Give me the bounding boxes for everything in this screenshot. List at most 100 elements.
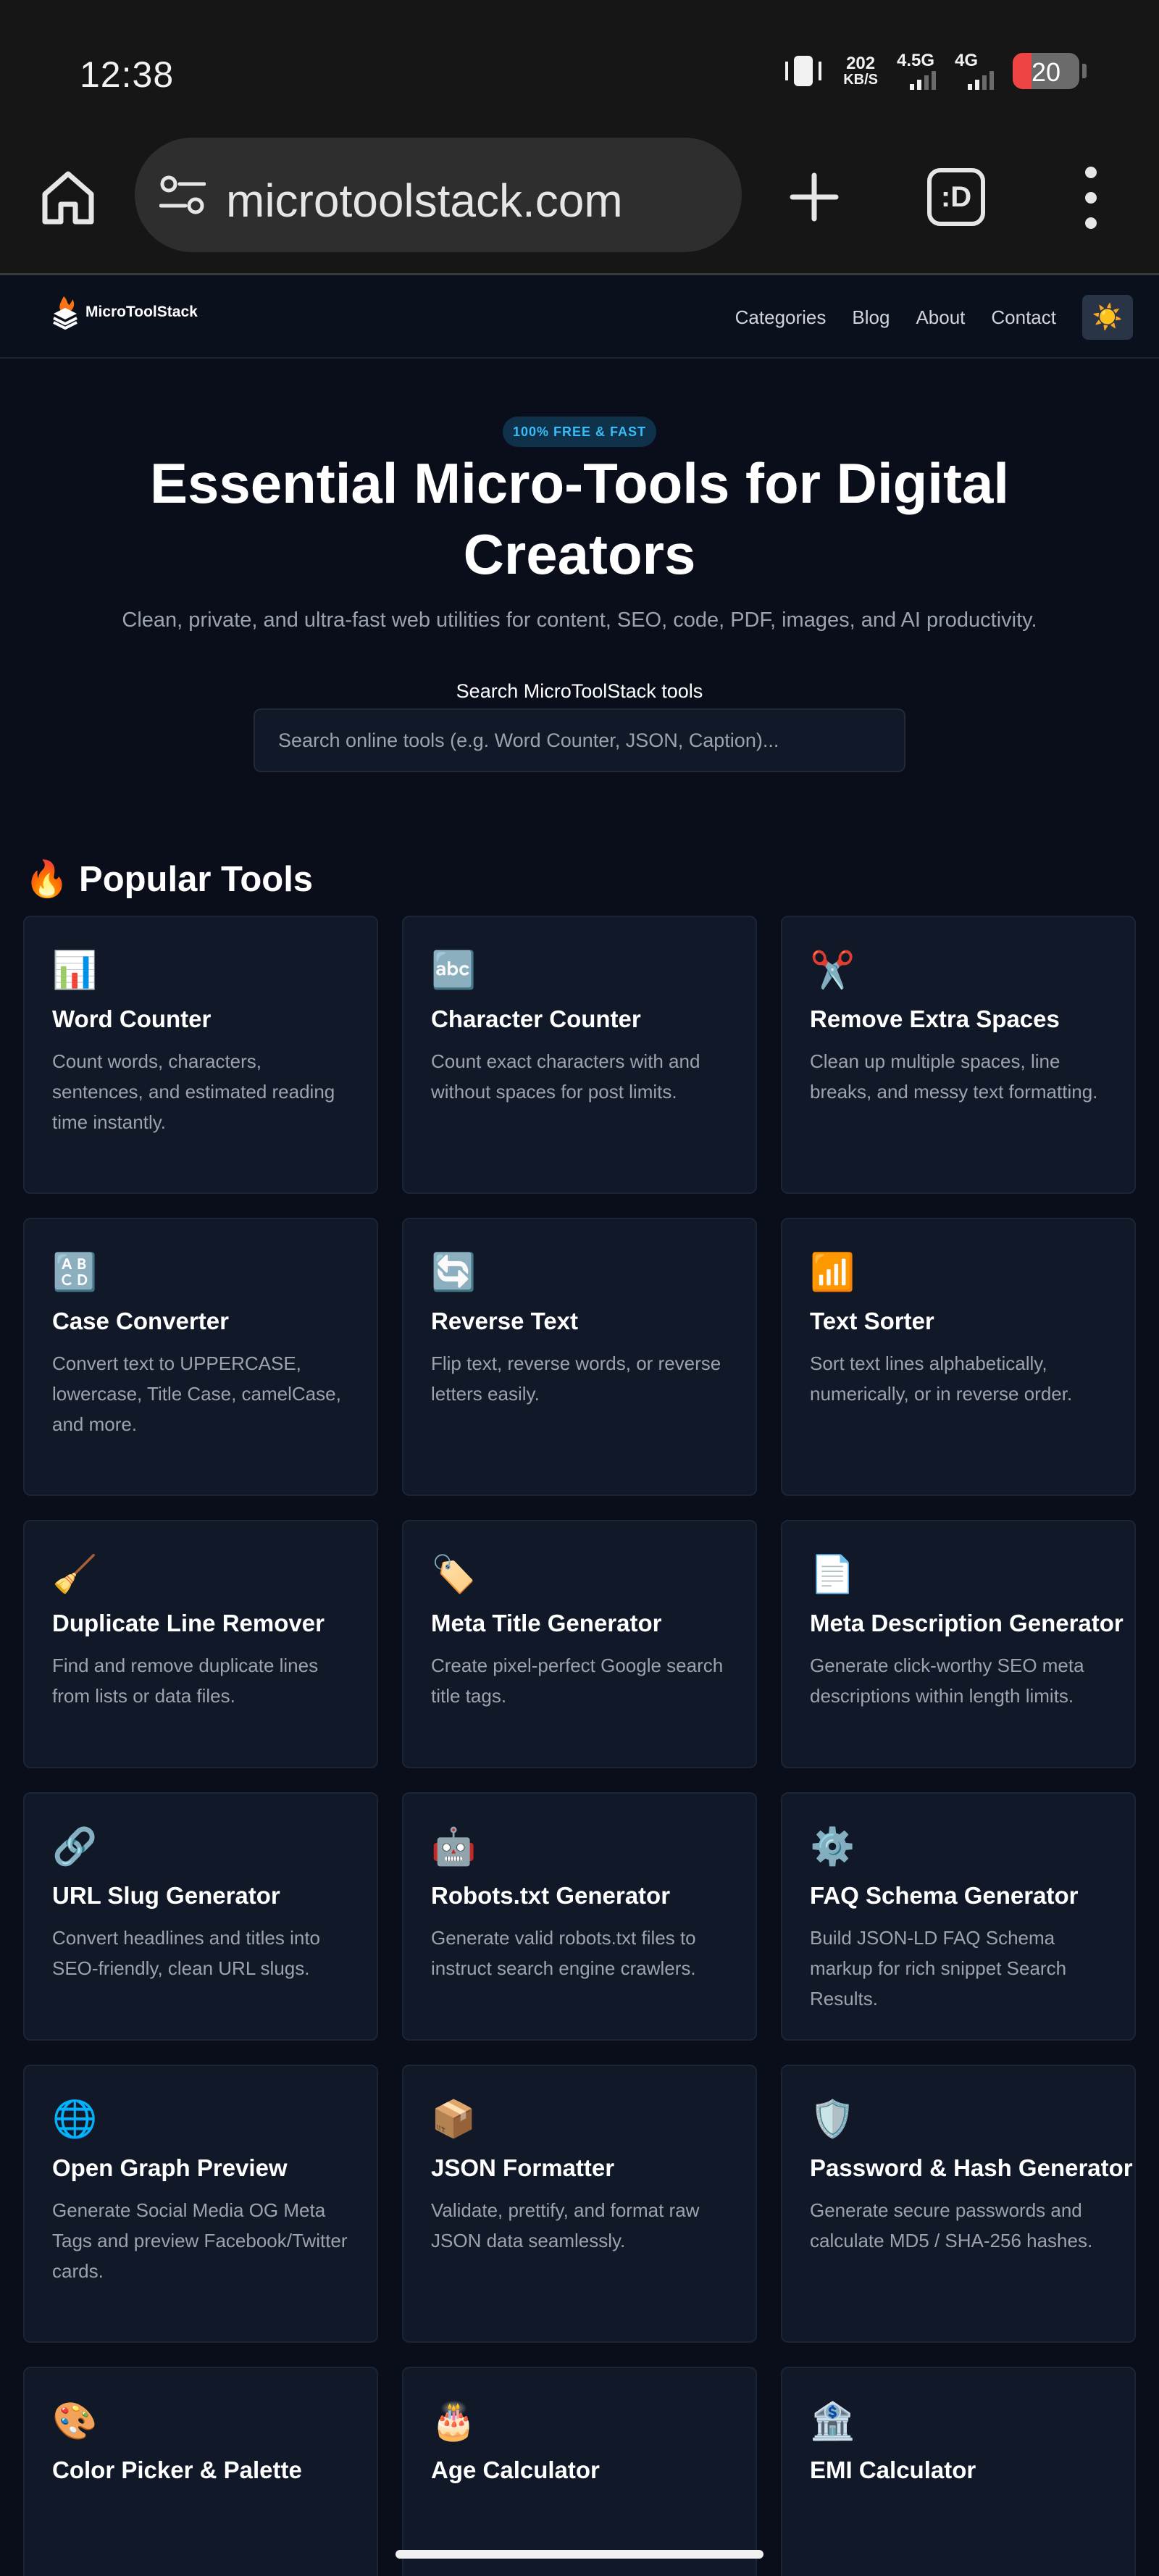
nav-link-blog[interactable]: Blog [852,306,890,329]
overflow-menu-button[interactable] [1076,167,1105,229]
tool-card-duplicate-line-remover[interactable]: 🧹 Duplicate Line Remover Find and remove… [23,1520,378,1768]
home-button[interactable] [38,167,99,227]
theme-toggle-button[interactable]: ☀️ [1082,295,1133,340]
tool-card-color-picker-palette[interactable]: 🎨 Color Picker & Palette [23,2367,378,2576]
plus-icon [790,172,839,222]
gear-icon: ⚙️ [810,1826,855,1867]
address-bar[interactable]: microtoolstack.com [135,138,742,252]
nav-link-categories[interactable]: Categories [735,306,827,329]
battery-icon: 20 [1013,53,1079,89]
site-settings-icon[interactable] [159,175,206,214]
tool-title: Remove Extra Spaces [810,1005,1060,1032]
hero-title: Essential Micro-Tools for Digital Creato… [109,448,1050,590]
link-icon: 🔗 [52,1826,98,1867]
globe-icon: 🌐 [52,2099,98,2139]
tool-card-meta-description-generator[interactable]: 📄 Meta Description Generator Generate cl… [781,1520,1136,1768]
palette-icon: 🎨 [52,2401,98,2441]
tag-icon: 🏷️ [431,1554,477,1594]
network-speed-value: 202 [846,54,876,73]
tool-card-faq-schema-generator[interactable]: ⚙️ FAQ Schema Generator Build JSON-LD FA… [781,1792,1136,2041]
tool-card-password-hash-generator[interactable]: 🛡️ Password & Hash Generator Generate se… [781,2065,1136,2343]
site-logo[interactable]: MicroToolStack [51,295,198,330]
tool-card-age-calculator[interactable]: 🎂 Age Calculator [402,2367,757,2576]
tool-card-word-counter[interactable]: 📊 Word Counter Count words, characters, … [23,916,378,1194]
tool-description: Sort text lines alphabetically, numerica… [810,1352,1073,1405]
tool-title: Password & Hash Generator [810,2154,1133,2181]
signal-bars-icon [910,71,936,90]
nav-link-about[interactable]: About [916,306,965,329]
tab-switcher-button[interactable]: :D [927,168,985,226]
status-bar: 12:38 202 KB/S 4.5G 4G 20 [0,0,1159,123]
signal-bars-icon: 📶 [810,1252,855,1292]
broom-icon: 🧹 [52,1554,98,1594]
tool-description: Generate click-worthy SEO meta descripti… [810,1655,1084,1707]
signal-label: 4.5G [897,51,935,70]
hero-title-line-1: Essential Micro-Tools for Digital [149,451,1010,515]
hero-subtitle: Clean, private, and ultra-fast web utili… [122,609,1037,632]
signal-4g: 4G [955,52,994,90]
fire-icon: 🔥 [25,860,70,899]
tool-card-remove-extra-spaces[interactable]: ✂️ Remove Extra Spaces Clean up multiple… [781,916,1136,1194]
dot-icon [1085,217,1097,229]
tool-card-json-formatter[interactable]: 📦 JSON Formatter Validate, prettify, and… [402,2065,757,2343]
tool-card-case-converter[interactable]: 🔠 Case Converter Convert text to UPPERCA… [23,1218,378,1496]
battery-level: 20 [1031,57,1061,87]
tab-switcher-label: :D [940,181,972,213]
tool-description: Build JSON-LD FAQ Schema markup for rich… [810,1927,1067,2010]
tool-card-open-graph-preview[interactable]: 🌐 Open Graph Preview Generate Social Med… [23,2065,378,2343]
tool-description: Generate Social Media OG Meta Tags and p… [52,2199,348,2282]
tool-card-url-slug-generator[interactable]: 🔗 URL Slug Generator Convert headlines a… [23,1792,378,2041]
signal-4-5g: 4.5G [897,52,936,90]
section-title-popular-tools: 🔥 Popular Tools [25,858,313,900]
tool-description: Flip text, reverse words, or reverse let… [431,1352,721,1405]
tool-description: Convert text to UPPERCASE, lowercase, Ti… [52,1352,341,1435]
hero-badge: 100% FREE & FAST [503,417,656,447]
tool-title: FAQ Schema Generator [810,1882,1079,1909]
status-icons: 202 KB/S 4.5G 4G 20 [782,52,1087,90]
search-label: Search MicroToolStack tools [456,680,703,702]
hero-title-line-2: Creators [463,522,696,586]
tool-description: Count words, characters, sentences, and … [52,1050,335,1133]
tool-title: Case Converter [52,1308,229,1334]
site-header: MicroToolStack Categories Blog About Con… [0,277,1159,359]
tool-title: Age Calculator [431,2456,600,2483]
package-icon: 📦 [431,2099,477,2139]
tool-title: Color Picker & Palette [52,2456,302,2483]
tool-card-meta-title-generator[interactable]: 🏷️ Meta Title Generator Create pixel-per… [402,1520,757,1768]
browser-toolbar: microtoolstack.com :D [0,123,1159,275]
url-text[interactable]: microtoolstack.com [226,174,623,227]
tool-title: Meta Description Generator [810,1610,1124,1636]
tool-card-robots-txt-generator[interactable]: 🤖 Robots.txt Generator Generate valid ro… [402,1792,757,2041]
tool-description: Create pixel-perfect Google search title… [431,1655,724,1707]
search-input[interactable] [254,708,905,772]
tool-card-reverse-text[interactable]: 🔄 Reverse Text Flip text, reverse words,… [402,1218,757,1496]
network-speed-unit: KB/S [843,72,878,88]
tool-title: Meta Title Generator [431,1610,662,1636]
bar-chart-icon: 📊 [52,950,98,990]
tool-card-text-sorter[interactable]: 📶 Text Sorter Sort text lines alphabetic… [781,1218,1136,1496]
nav-link-contact[interactable]: Contact [991,306,1056,329]
new-tab-button[interactable] [785,168,843,226]
tool-card-character-counter[interactable]: 🔤 Character Counter Count exact characte… [402,916,757,1194]
main-nav: Categories Blog About Contact ☀️ [735,295,1133,340]
tool-title: Character Counter [431,1005,641,1032]
tool-title: Word Counter [52,1005,212,1032]
dot-icon [1085,192,1097,204]
vibrate-icon [782,53,824,89]
tool-title: Robots.txt Generator [431,1882,671,1909]
bank-icon: 🏦 [810,2401,855,2441]
tool-description: Convert headlines and titles into SEO-fr… [52,1927,321,1979]
abc-icon: 🔤 [431,950,477,990]
tool-title: EMI Calculator [810,2456,976,2483]
tool-description: Count exact characters with and without … [431,1050,700,1103]
tool-description: Clean up multiple spaces, line breaks, a… [810,1050,1098,1103]
section-title-text: Popular Tools [79,859,314,899]
network-speed: 202 KB/S [843,54,878,88]
gesture-home-indicator[interactable] [396,2550,763,2559]
tools-grid: 📊 Word Counter Count words, characters, … [23,916,1136,2576]
tool-description: Validate, prettify, and format raw JSON … [431,2199,700,2251]
home-icon [42,171,94,225]
dot-icon [1085,167,1097,178]
tool-card-emi-calculator[interactable]: 🏦 EMI Calculator [781,2367,1136,2576]
sun-icon: ☀️ [1092,304,1124,331]
